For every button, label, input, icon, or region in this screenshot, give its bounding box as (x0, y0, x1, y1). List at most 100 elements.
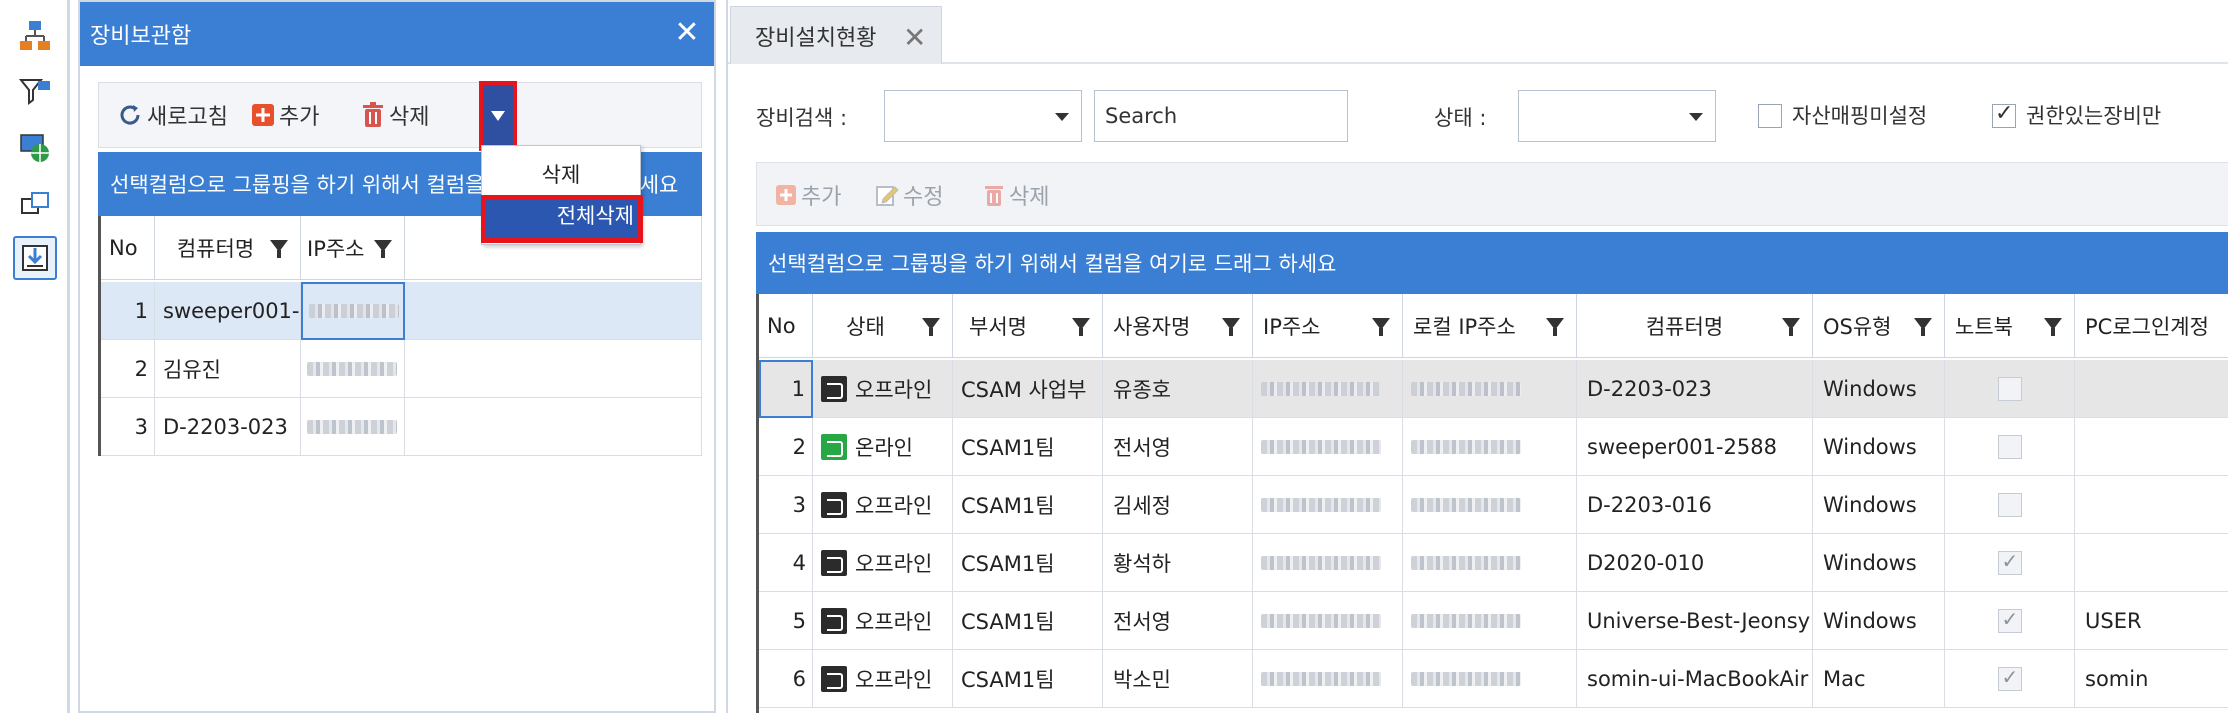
table-row-status[interactable]: 온라인 (813, 418, 953, 476)
table-row-no[interactable]: 2 (101, 340, 155, 398)
notebook-checkbox[interactable] (1997, 607, 2022, 633)
column-header-no[interactable]: No (101, 216, 155, 280)
table-row-department[interactable]: CSAM1팀 (953, 418, 1103, 476)
filter-icon[interactable] (1072, 318, 1090, 336)
table-row-user[interactable]: 전서영 (1103, 418, 1253, 476)
table-row-ip[interactable] (1253, 418, 1403, 476)
table-row-ip[interactable] (301, 340, 405, 398)
table-row-local-ip[interactable] (1403, 418, 1577, 476)
table-row-department[interactable]: CSAM1팀 (953, 476, 1103, 534)
table-row-computer-name[interactable]: somin-ui-MacBookAir (1577, 650, 1813, 708)
delete-button[interactable]: 삭제 (983, 179, 1049, 211)
filter-icon[interactable] (922, 318, 940, 336)
filter-icon[interactable] (1546, 318, 1564, 336)
table-row-login-account[interactable] (2075, 360, 2228, 418)
filter-icon[interactable] (1782, 318, 1800, 336)
table-row-no[interactable]: 1 (101, 282, 155, 340)
filter-icon[interactable] (270, 240, 288, 258)
table-row-notebook[interactable] (1945, 650, 2075, 708)
table-row-notebook[interactable] (1945, 418, 2075, 476)
close-icon[interactable]: ✕ (672, 18, 702, 48)
table-row-ip[interactable] (1253, 476, 1403, 534)
table-row-notebook[interactable] (1945, 476, 2075, 534)
table-row-user[interactable]: 박소민 (1103, 650, 1253, 708)
table-row-department[interactable]: CSAM1팀 (953, 534, 1103, 592)
table-row-no[interactable]: 2 (759, 418, 813, 476)
notebook-checkbox[interactable] (1997, 549, 2022, 575)
column-header-status[interactable]: 상태 (813, 294, 953, 358)
notebook-checkbox[interactable] (1997, 492, 2022, 517)
notebook-checkbox[interactable] (1997, 434, 2022, 459)
table-row-computer-name[interactable]: D2020-010 (1577, 534, 1813, 592)
table-row-ip[interactable] (301, 398, 405, 456)
add-button[interactable]: 추가 (775, 179, 841, 211)
table-row-os-type[interactable]: Windows (1813, 360, 1945, 418)
table-row-notebook[interactable] (1945, 360, 2075, 418)
table-row-no[interactable]: 3 (101, 398, 155, 456)
table-row-computer-name[interactable]: D-2203-023 (155, 398, 301, 456)
table-row-os-type[interactable]: Mac (1813, 650, 1945, 708)
device-storage-icon[interactable] (13, 236, 57, 280)
table-row-no[interactable]: 5 (759, 592, 813, 650)
filter-icon[interactable] (1914, 318, 1932, 336)
notebook-checkbox[interactable] (1997, 376, 2022, 401)
column-header-no[interactable]: No (759, 294, 813, 358)
column-header-computer-name[interactable]: 컴퓨터명 (155, 216, 301, 280)
table-row-status[interactable]: 오프라인 (813, 534, 953, 592)
delete-button[interactable]: 삭제 (361, 97, 429, 133)
table-row-local-ip[interactable] (1403, 534, 1577, 592)
table-row-computer-name[interactable]: 김유진 (155, 340, 301, 398)
table-row-notebook[interactable] (1945, 592, 2075, 650)
table-row-no[interactable]: 6 (759, 650, 813, 708)
table-row-os-type[interactable]: Windows (1813, 534, 1945, 592)
column-header-notebook[interactable]: 노트북 (1945, 294, 2075, 358)
table-row-login-account[interactable]: USER (2075, 592, 2228, 650)
column-header-login-account[interactable]: PC로그인계정 (2075, 294, 2228, 358)
notebook-checkbox[interactable] (1997, 665, 2022, 691)
table-row-login-account[interactable]: somin (2075, 650, 2228, 708)
asset-mapping-checkbox[interactable] (1758, 104, 1782, 128)
network-icon[interactable] (13, 14, 57, 58)
table-row-status[interactable]: 오프라인 (813, 592, 953, 650)
search-input[interactable]: Search (1094, 90, 1348, 142)
table-row-user[interactable]: 김세정 (1103, 476, 1253, 534)
table-row-local-ip[interactable] (1403, 360, 1577, 418)
table-row-login-account[interactable] (2075, 418, 2228, 476)
refresh-button[interactable]: 새로고침 (117, 97, 228, 133)
table-row-notebook[interactable] (1945, 534, 2075, 592)
menu-item-delete-all[interactable]: 전체삭제 (481, 195, 643, 243)
column-header-os-type[interactable]: OS유형 (1813, 294, 1945, 358)
filter-icon[interactable] (1222, 318, 1240, 336)
table-row-status[interactable]: 오프라인 (813, 360, 953, 418)
table-row-department[interactable]: CSAM1팀 (953, 592, 1103, 650)
authorized-only-checkbox[interactable] (1992, 101, 2016, 128)
monitor-globe-icon[interactable] (13, 126, 57, 170)
table-row-department[interactable]: CSAM1팀 (953, 650, 1103, 708)
column-header-local-ip[interactable]: 로컬 IP주소 (1403, 294, 1577, 358)
table-row-computer-name[interactable]: sweeper001-2588 (1577, 418, 1813, 476)
table-row-computer-name[interactable]: D-2203-023 (1577, 360, 1813, 418)
filter-icon[interactable] (1372, 318, 1390, 336)
table-row-login-account[interactable] (2075, 476, 2228, 534)
tab-device-install-status[interactable]: 장비설치현황 ✕ (730, 6, 942, 64)
table-row-no[interactable]: 4 (759, 534, 813, 592)
filter-icon[interactable] (2044, 318, 2062, 336)
table-row-local-ip[interactable] (1403, 650, 1577, 708)
menu-item-delete[interactable]: 삭제 (482, 156, 640, 194)
windows-icon[interactable] (13, 182, 57, 226)
table-row-ip[interactable] (1253, 592, 1403, 650)
table-row-user[interactable]: 황석하 (1103, 534, 1253, 592)
column-header-computer-name[interactable]: 컴퓨터명 (1577, 294, 1813, 358)
table-row-os-type[interactable]: Windows (1813, 418, 1945, 476)
delete-dropdown-button[interactable] (479, 81, 517, 151)
column-header-ip[interactable]: IP주소 (1253, 294, 1403, 358)
table-row-user[interactable]: 전서영 (1103, 592, 1253, 650)
column-header-user[interactable]: 사용자명 (1103, 294, 1253, 358)
table-row-os-type[interactable]: Windows (1813, 476, 1945, 534)
table-row-login-account[interactable] (2075, 534, 2228, 592)
table-row-no[interactable]: 3 (759, 476, 813, 534)
table-row-department[interactable]: CSAM 사업부 (953, 360, 1103, 418)
table-row-computer-name[interactable]: D-2203-016 (1577, 476, 1813, 534)
table-row-local-ip[interactable] (1403, 476, 1577, 534)
table-row-ip[interactable] (1253, 650, 1403, 708)
